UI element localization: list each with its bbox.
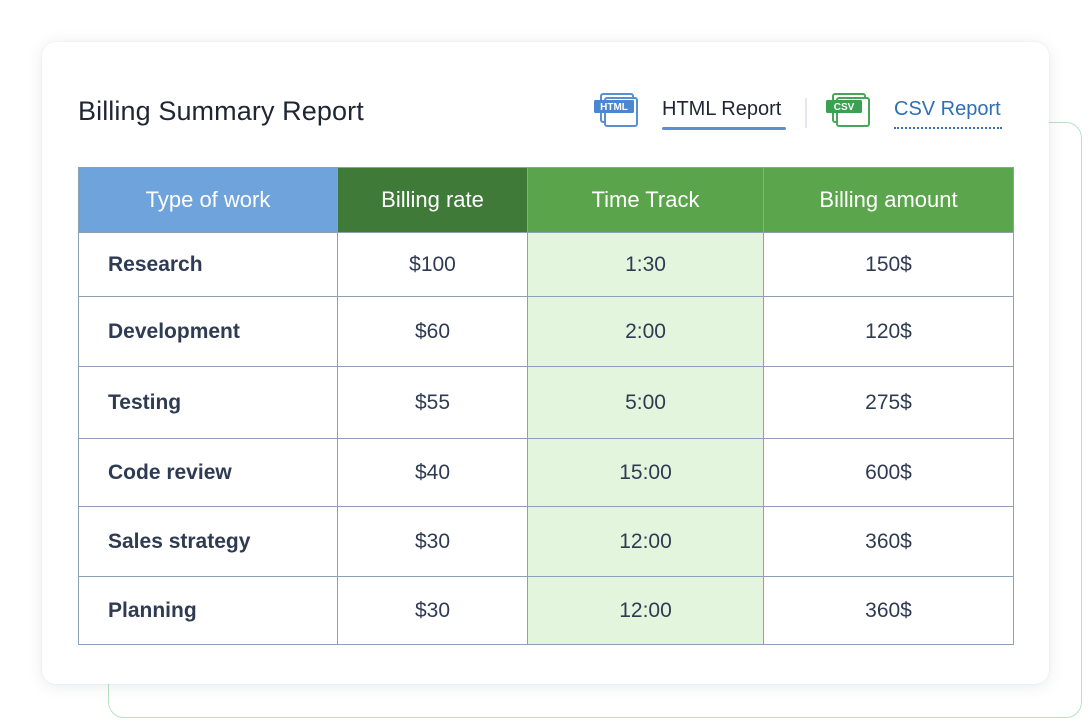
csv-link-underline xyxy=(894,127,1002,129)
billing-amount-cell: 600$ xyxy=(763,438,1014,507)
html-report-label: HTML Report xyxy=(662,98,782,120)
billing-amount-cell: 275$ xyxy=(763,366,1014,439)
csv-report-label: CSV Report xyxy=(894,98,1001,120)
header-billing-amount: Billing amount xyxy=(763,167,1014,233)
billing-rate-cell: $30 xyxy=(337,506,528,577)
active-tab-underline xyxy=(662,127,786,130)
csv-file-icon: CSV xyxy=(824,90,872,135)
billing-rate-cell: $30 xyxy=(337,576,528,645)
html-badge-text: HTML xyxy=(600,102,628,113)
time-track-cell: 2:00 xyxy=(527,296,764,367)
time-track-cell: 15:00 xyxy=(527,438,764,507)
csv-report-link[interactable]: CSV CSV Report xyxy=(824,90,1004,130)
html-report-link[interactable]: HTML HTML Report xyxy=(592,90,792,130)
header-type-of-work: Type of work xyxy=(78,167,338,233)
work-type-cell: Code review xyxy=(78,438,338,507)
links-divider xyxy=(805,98,807,128)
billing-amount-cell: 150$ xyxy=(763,232,1014,297)
html-file-icon: HTML xyxy=(592,90,640,135)
table-row: Research $100 1:30 150$ xyxy=(78,232,1014,297)
page-title: Billing Summary Report xyxy=(78,96,364,126)
work-type-cell: Research xyxy=(78,232,338,297)
table-row: Code review $40 15:00 600$ xyxy=(78,438,1014,507)
table-row: Sales strategy $30 12:00 360$ xyxy=(78,506,1014,577)
billing-rate-cell: $40 xyxy=(337,438,528,507)
time-track-cell: 12:00 xyxy=(527,576,764,645)
time-track-cell: 12:00 xyxy=(527,506,764,577)
work-type-cell: Development xyxy=(78,296,338,367)
table-row: Planning $30 12:00 360$ xyxy=(78,576,1014,645)
table-row: Testing $55 5:00 275$ xyxy=(78,366,1014,439)
report-card: Billing Summary Report HTML HTML Report … xyxy=(42,42,1049,684)
work-type-cell: Planning xyxy=(78,576,338,645)
billing-table: Type of work Billing rate Time Track Bil… xyxy=(78,167,1014,645)
table-header-row: Type of work Billing rate Time Track Bil… xyxy=(78,167,1014,233)
time-track-cell: 5:00 xyxy=(527,366,764,439)
header-time-track: Time Track xyxy=(527,167,764,233)
table-row: Development $60 2:00 120$ xyxy=(78,296,1014,367)
header-billing-rate: Billing rate xyxy=(337,167,528,233)
time-track-cell: 1:30 xyxy=(527,232,764,297)
work-type-cell: Sales strategy xyxy=(78,506,338,577)
billing-rate-cell: $60 xyxy=(337,296,528,367)
billing-rate-cell: $55 xyxy=(337,366,528,439)
billing-amount-cell: 360$ xyxy=(763,506,1014,577)
csv-badge-text: CSV xyxy=(834,102,855,113)
billing-rate-cell: $100 xyxy=(337,232,528,297)
billing-amount-cell: 120$ xyxy=(763,296,1014,367)
work-type-cell: Testing xyxy=(78,366,338,439)
billing-amount-cell: 360$ xyxy=(763,576,1014,645)
